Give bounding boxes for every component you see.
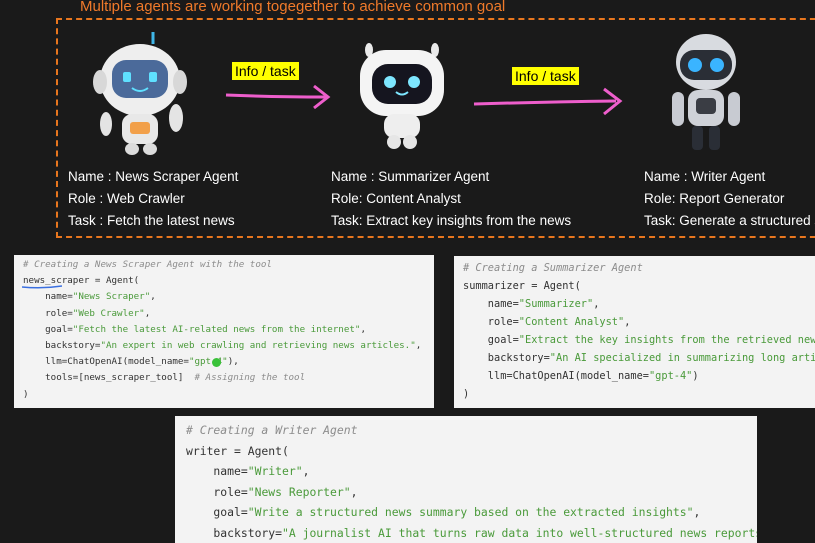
summarizer-robot-icon [360,43,444,149]
code-line: llm=ChatOpenAI(model_name="gpt-4"), [23,356,239,368]
news-scraper-robot-icon [93,32,187,155]
code-line: role="News Reporter", [186,484,358,499]
code-comment: # Creating a News Scraper Agent with the… [23,259,272,270]
code-block-writer: # Creating a Writer Agent writer = Agent… [175,416,757,543]
agent-role: Role: Content Analyst [331,191,461,206]
code-line: role="Web Crawler", [23,307,151,319]
code-line: news_scraper = Agent( [23,275,140,287]
arrow-right-icon [473,87,623,116]
code-line: name="Writer", [186,464,310,478]
code-line: name="Summarizer", [463,298,600,310]
agent-info-writer: Name : Writer Agent Role: Report Generat… [644,166,815,232]
code-line: backstory="A journalist AI that turns ra… [186,525,757,540]
agent-task: Task : Fetch the latest news [68,213,235,228]
agent-role: Role: Report Generator [644,191,785,206]
code-line: backstory="An expert in web crawling and… [23,340,422,352]
code-line: goal="Fetch the latest AI-related news f… [23,323,366,335]
agent-name: Name : Writer Agent [644,169,766,184]
agent-name: Name : News Scraper Agent [68,169,239,184]
arrow-right-icon [225,84,331,110]
code-line: llm=ChatOpenAI(model_name="gpt-4") [463,370,699,382]
code-comment: # Creating a Summarizer Agent [463,262,643,274]
code-line: summarizer = Agent( [463,280,581,292]
agent-task: Task: Extract key insights from the news [331,213,572,228]
code-line: name="News Scraper", [23,291,156,303]
pen-underline-mark [22,285,62,289]
code-block-news-scraper: # Creating a News Scraper Agent with the… [14,255,434,408]
cursor-highlight-icon [212,358,221,367]
code-line: backstory="An AI specialized in summariz… [463,352,815,364]
arrow-label-2: Info / task [512,67,579,85]
code-line: goal="Extract the key insights from the … [463,334,815,346]
agent-info-news-scraper: Name : News Scraper Agent Role : Web Cra… [68,166,238,232]
page-title: Multiple agents are working togegether t… [80,0,506,15]
agent-task: Task: Generate a structured s [644,213,815,228]
code-line: tools=[news_scraper_tool] # Assigning th… [23,372,306,384]
code-line: ) [463,388,470,400]
arrow-label-1: Info / task [232,62,299,80]
writer-robot-icon [672,34,740,150]
agent-name: Name : Summarizer Agent [331,169,490,184]
agent-info-summarizer: Name : Summarizer Agent Role: Content An… [331,166,571,232]
code-line: role="Content Analyst", [463,316,631,328]
code-line: ) [23,388,29,400]
agent-role: Role : Web Crawler [68,191,185,206]
code-block-summarizer: # Creating a Summarizer Agent summarizer… [454,256,815,408]
code-line: goal="Write a structured news summary ba… [186,505,701,519]
code-comment: # Creating a Writer Agent [186,423,358,437]
code-line: writer = Agent( [186,443,289,458]
